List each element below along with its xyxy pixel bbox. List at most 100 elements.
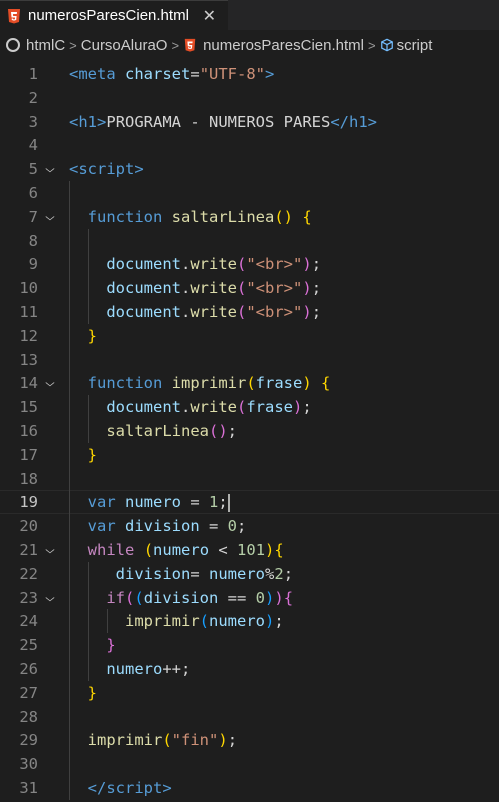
breadcrumb-item-htmlc[interactable]: htmlC [26,37,65,54]
code-line[interactable]: 20 var division = 0; [0,514,499,538]
code-line[interactable]: 27 } [0,681,499,705]
close-icon[interactable]: ✕ [203,6,216,26]
code-token: document [106,303,181,321]
code-line[interactable]: 1 <meta charset="UTF-8"> [0,62,499,86]
code-token: function [87,374,163,393]
code-line[interactable]: 15 document.write(frase); [0,395,499,419]
code-line[interactable]: 23 ⌵ if((division == 0)){ [0,586,499,610]
html5-icon [8,8,20,23]
code-token: numero [209,612,265,631]
code-token: ( [134,588,144,607]
code-token: = [190,564,209,583]
code-line[interactable]: 24 imprimir(numero); [0,609,499,633]
code-token: h1 [349,112,368,131]
code-line[interactable]: 10 document.write("<br>"); [0,276,499,300]
code-line[interactable]: 5 ⌵ <script> [0,157,499,181]
line-number: 20 [19,517,38,536]
code-token: . [180,255,191,274]
code-line[interactable]: 17 } [0,443,499,467]
code-line[interactable]: 12 } [0,324,499,348]
code-token: write [190,303,237,321]
code-line[interactable]: 6 [0,181,499,205]
text-cursor [227,493,230,512]
code-line[interactable]: 8 [0,229,499,253]
breadcrumb-item-curso[interactable]: CursoAluraO [81,37,168,54]
line-number: 11 [19,303,38,321]
code-token: division [143,588,219,607]
line-number: 22 [19,564,38,583]
code-line[interactable]: 22 division= numero%2; [0,562,499,586]
line-number: 18 [19,469,38,488]
code-token: = [190,65,200,83]
code-token: division [115,564,191,583]
code-content: while (numero < 101){ [69,538,284,562]
code-line[interactable]: 28 [0,705,499,729]
fold-chevron-icon[interactable]: ⌵ [45,538,55,562]
code-token: imprimir [125,612,200,631]
code-line[interactable]: 14 ⌵ function imprimir(frase) { [0,371,499,395]
code-token: ; [227,731,238,750]
code-token: "<br>" [246,255,303,274]
code-token: == [218,588,256,607]
code-line[interactable]: 19 var numero = 1; [0,490,499,514]
code-token: ) [293,398,303,417]
line-number: 14 [19,374,38,393]
code-line[interactable]: 13 [0,348,499,372]
code-token: ( [246,374,256,393]
code-token: saltarLinea [171,207,275,226]
code-token: { [321,374,331,393]
fold-chevron-icon[interactable]: ⌵ [45,586,55,610]
code-token: division [125,517,200,536]
code-token: ( [162,731,172,750]
line-number: 23 [19,588,38,607]
code-token: { [283,588,294,607]
code-token: h1 [78,112,98,131]
line-number: 26 [19,660,38,678]
indent-guide [87,228,89,324]
code-line[interactable]: 7 ⌵ function saltarLinea() { [0,205,499,229]
code-line[interactable]: 21 ⌵ while (numero < 101){ [0,538,499,562]
code-token: ) [302,255,312,274]
code-line[interactable]: 30 [0,752,499,776]
code-line[interactable]: 3 <h1>PROGRAMA - NUMEROS PARES</h1> [0,110,499,134]
code-line[interactable]: 29 imprimir("fin"); [0,728,499,752]
code-line[interactable]: 2 [0,86,499,110]
code-token: } [87,683,98,702]
code-line[interactable]: 18 [0,467,499,491]
breadcrumb: htmlC > CursoAluraO > numerosParesCien.h… [0,30,499,60]
line-number: 29 [19,731,38,750]
code-token: imprimir [87,731,163,750]
line-number: 2 [28,88,38,107]
fold-chevron-icon[interactable]: ⌵ [45,157,55,181]
code-line[interactable]: 31 </script> [0,776,499,800]
code-line[interactable]: 11 document.write("<br>"); [0,300,499,324]
code-line[interactable]: 26 numero++; [0,657,499,681]
line-number: 5 [28,160,38,179]
line-number: 9 [28,255,38,274]
code-token: ; [218,493,228,512]
code-line[interactable]: 25 } [0,633,499,657]
code-token: while [87,541,135,559]
code-line[interactable]: 9 document.write("<br>"); [0,252,499,276]
tab-numeros-pares-cien[interactable]: numerosParesCien.html ✕ [0,0,228,30]
breadcrumb-item-script[interactable]: script [397,37,433,54]
code-token: </ [330,112,349,131]
code-editor[interactable]: 1 <meta charset="UTF-8"> 2 3 <h1>PROGRAMA - … [0,60,499,802]
code-token: { [274,541,284,559]
code-content: } [69,324,97,348]
code-token: "UTF-8" [199,65,266,83]
code-token: "<br>" [246,303,303,321]
line-number: 31 [19,779,38,797]
code-token: numero [125,493,182,512]
breadcrumb-item-file[interactable]: numerosParesCien.html [203,37,364,54]
fold-chevron-icon[interactable]: ⌵ [45,371,55,395]
line-number: 10 [19,279,38,298]
code-token: imprimir [171,374,247,393]
code-content: division= numero%2; [69,562,293,586]
code-line[interactable]: 4 [0,133,499,157]
code-token: </ [87,779,107,797]
code-line[interactable]: 16 saltarLinea(); [0,419,499,443]
fold-chevron-icon[interactable]: ⌵ [45,205,55,229]
code-content: <h1>PROGRAMA - NUMEROS PARES</h1> [69,110,377,134]
